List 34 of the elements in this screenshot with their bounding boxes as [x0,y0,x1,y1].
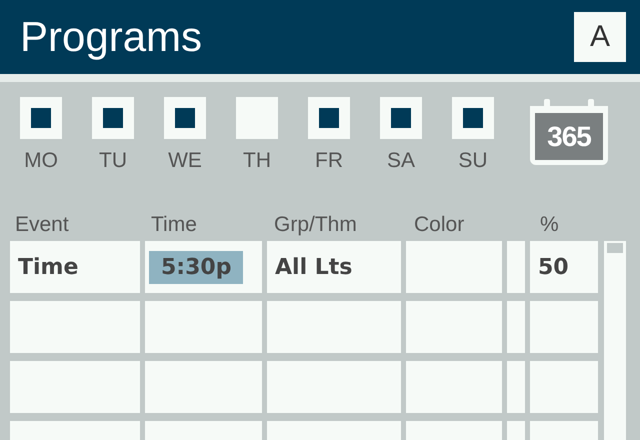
table-cell [507,301,525,353]
column-header: Color [413,213,466,237]
day-checkbox[interactable] [20,97,62,139]
day-label: FR [314,149,344,173]
table-cell[interactable]: Time [10,241,140,293]
day-checkbox[interactable] [164,97,206,139]
column-header: Time [150,213,198,237]
table-cell[interactable]: All Lts [267,241,401,293]
table-cell [507,241,525,293]
column-header: Grp/Thm [273,213,358,237]
day-label: TH [242,149,272,173]
scrollbar[interactable] [604,241,626,440]
calendar-button[interactable]: 365 [530,99,608,165]
account-button[interactable]: A [574,12,626,62]
table-cell[interactable]: 50 [530,241,598,293]
day-label: TU [98,149,128,173]
day-checkbox[interactable] [236,97,278,139]
day-checkbox[interactable] [92,97,134,139]
table-cell[interactable]: 5:30p [145,241,262,293]
day-checkbox[interactable] [380,97,422,139]
time-value[interactable]: 5:30p [149,250,244,284]
column-header: % [539,213,560,237]
day-checkbox[interactable] [452,97,494,139]
day-label: MO [23,149,59,173]
window-title: Programs [20,13,202,61]
day-label: SA [386,149,416,173]
column-header: Event [14,213,70,237]
day-label: WE [167,149,203,173]
table-cell [530,361,598,413]
table-cell [507,361,525,413]
day-label: SU [457,149,489,173]
scroll-thumb[interactable] [607,243,623,253]
day-checkbox[interactable] [308,97,350,139]
table-cell [530,301,598,353]
